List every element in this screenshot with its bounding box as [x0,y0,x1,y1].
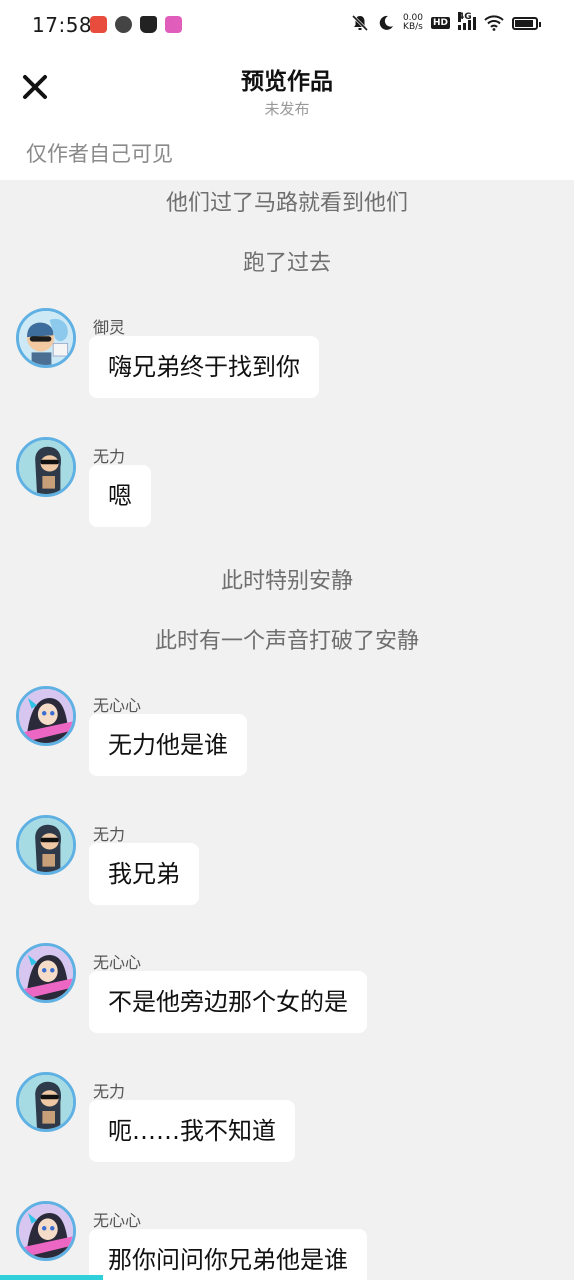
playback-progress-bar[interactable] [0,1275,574,1280]
narration-line: 跑了过去 [242,251,331,276]
chat-area[interactable]: 他们过了马路就看到他们 跑了过去 御灵 嗨兄弟终于找到你 无力 嗯 此时特别安静… [0,180,574,1280]
network-speed: 0.00 KB/s [403,14,423,32]
character-avatar-icon [19,311,73,365]
character-avatar-icon [19,440,73,494]
wuli-avatar[interactable] [16,1072,76,1132]
pink-app-icon [165,16,182,33]
sender-name: 御灵 [93,318,126,337]
sender-name: 无心心 [93,953,142,972]
publish-status: 未发布 [264,100,310,118]
sender-name: 无力 [93,1082,126,1101]
message-bubble: 不是他旁边那个女的是 [89,971,367,1033]
header: 预览作品 未发布 仅作者自己可见 [0,52,574,180]
hd-badge: HD [430,17,450,29]
sender-name: 无力 [93,447,126,466]
wuli-avatar[interactable] [16,815,76,875]
page-title: 预览作品 [241,69,333,95]
character-avatar-icon [19,818,73,872]
wifi-icon [484,15,504,31]
wuxinxin-avatar[interactable] [16,1201,76,1261]
message-bubble: 呃……我不知道 [89,1100,295,1162]
status-time: 17:58 [32,13,93,37]
netspeed-unit: KB/s [403,22,423,32]
network-type: 4G [458,12,472,22]
wuxinxin-avatar[interactable] [16,943,76,1003]
narration-line: 他们过了马路就看到他们 [165,191,408,216]
wuxinxin-avatar[interactable] [16,686,76,746]
status-bar: 17:58 0.00 KB/s HD 4G [0,0,574,52]
yuling-avatar[interactable] [16,308,76,368]
sender-name: 无力 [93,825,126,844]
narration-line: 此时有一个声音打破了安静 [154,629,419,654]
status-indicators: 0.00 KB/s HD 4G [351,12,541,32]
tshirt-app-icon [140,16,157,33]
mute-icon [351,14,368,32]
playback-progress-fill [0,1275,104,1280]
character-avatar-icon [19,1204,73,1258]
help-app-icon [115,16,132,33]
moon-icon [379,15,393,30]
message-bubble: 那你问问你兄弟他是谁 [89,1229,367,1280]
message-bubble: 嗨兄弟终于找到你 [89,336,319,398]
character-avatar-icon [19,1075,73,1129]
signal-icon: 4G [458,12,476,30]
preview-page: 17:58 0.00 KB/s HD 4G 预览作品 未发布 仅作者自己可见 他… [0,0,574,1280]
narration-line: 此时特别安静 [220,569,353,594]
character-avatar-icon [19,946,73,1000]
wuli-avatar[interactable] [16,437,76,497]
red-app-icon [90,16,107,33]
visibility-note: 仅作者自己可见 [26,142,173,166]
message-bubble: 嗯 [89,465,151,527]
message-bubble: 无力他是谁 [89,714,247,776]
status-app-icons [90,16,182,33]
sender-name: 无心心 [93,696,142,715]
sender-name: 无心心 [93,1211,142,1230]
message-bubble: 我兄弟 [89,843,199,905]
battery-icon [512,16,541,30]
character-avatar-icon [19,689,73,743]
